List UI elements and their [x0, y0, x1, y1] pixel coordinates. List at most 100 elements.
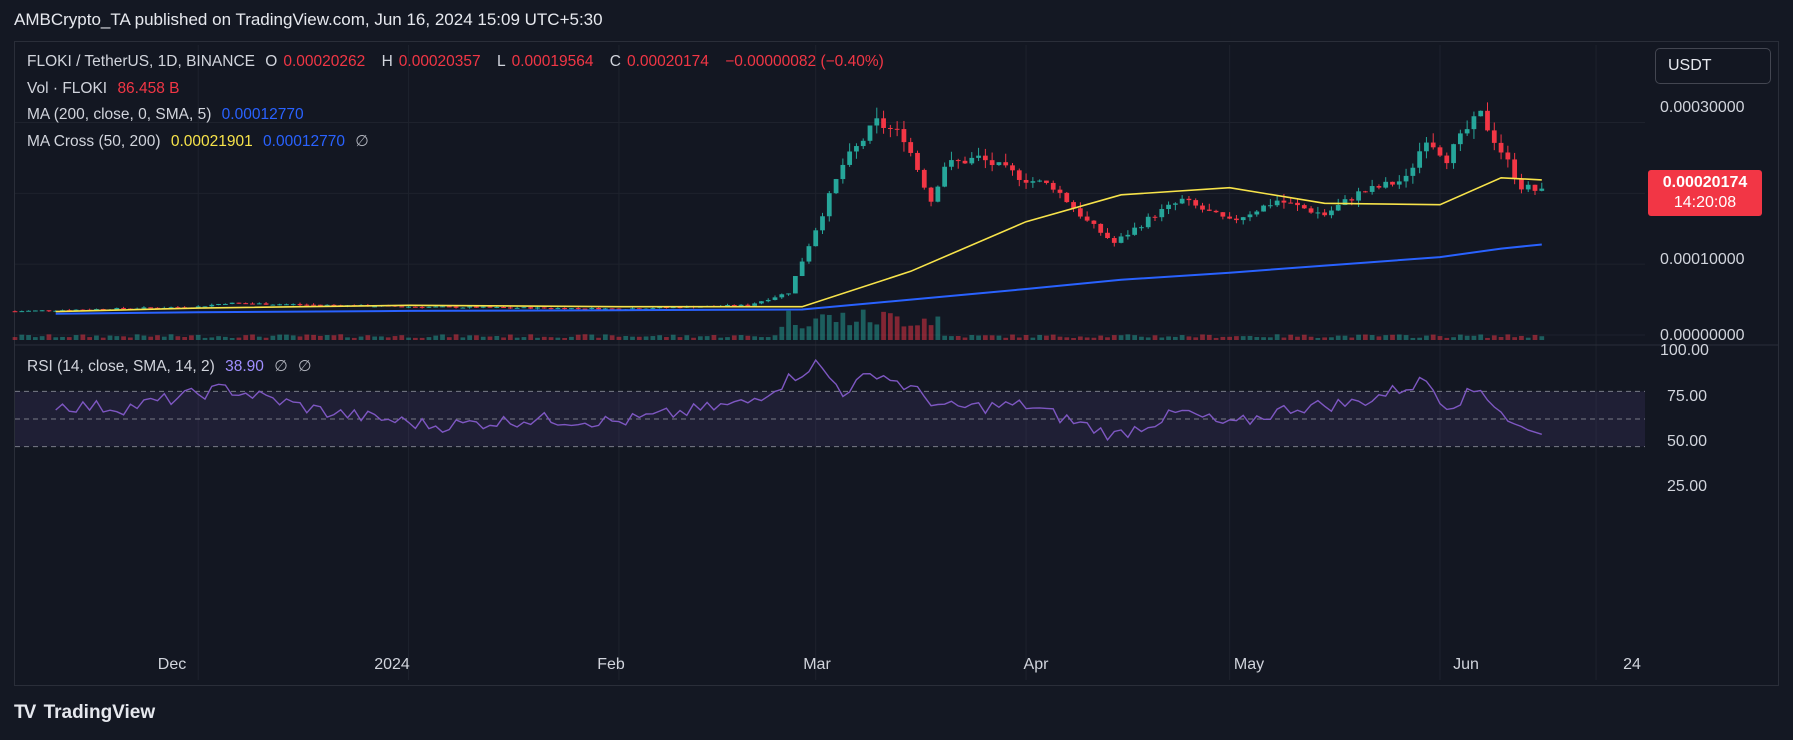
volume-bar — [1145, 337, 1151, 340]
volume-bar — [1139, 336, 1144, 340]
candle-body — [1525, 184, 1531, 190]
candle-body — [419, 306, 425, 308]
volume-bar — [541, 336, 547, 340]
candle-body — [399, 306, 405, 308]
volume-bar — [1179, 335, 1185, 340]
volume-bar — [840, 312, 846, 340]
volume-bar — [1403, 335, 1409, 340]
volume-bar — [1295, 336, 1300, 340]
candle-body — [555, 308, 561, 310]
volume-bar — [243, 335, 249, 340]
candle-body — [996, 162, 1002, 166]
tradingview-brand[interactable]: TV TradingView — [14, 702, 155, 724]
rsi-tick-label: 25.00 — [1667, 478, 1708, 495]
volume-bar — [867, 322, 873, 340]
volume-bar — [636, 336, 642, 340]
change-value: −0.00000082 (−0.40%) — [725, 53, 884, 70]
volume-bar — [1505, 334, 1511, 340]
volume-bar — [66, 337, 72, 340]
volume-bar — [1037, 334, 1043, 340]
candle-body — [256, 303, 262, 305]
candle-body — [589, 307, 595, 309]
candle-body — [731, 304, 737, 306]
volume-bar — [759, 337, 764, 340]
candle-body — [847, 151, 853, 165]
candle-body — [1471, 116, 1477, 130]
volume-bar — [1261, 337, 1266, 340]
volume-bar — [453, 334, 459, 340]
volume-bar — [833, 322, 839, 340]
candle-body — [562, 308, 568, 310]
candle-body — [541, 307, 547, 309]
candle-body — [820, 216, 825, 231]
volume-bar — [317, 335, 323, 340]
volume-bar — [670, 334, 676, 340]
candle-body — [806, 246, 812, 262]
candle-body — [1159, 209, 1165, 218]
volume-bar — [189, 335, 194, 340]
volume-bar — [1254, 337, 1260, 340]
candle-body — [1254, 211, 1260, 215]
ma-cross-fast-value: 0.00021901 — [170, 133, 253, 150]
candle-body — [1050, 182, 1056, 190]
volume-bar — [555, 337, 561, 340]
volume-bar — [697, 336, 703, 340]
candle-body — [989, 160, 995, 166]
volume-bar — [1152, 335, 1158, 340]
volume-bar — [256, 336, 262, 340]
volume-bar — [446, 337, 452, 340]
candle-body — [1356, 191, 1361, 201]
volume-bar — [1172, 336, 1178, 340]
x-tick-label: Apr — [1023, 656, 1049, 673]
candle-body — [1234, 218, 1239, 221]
candle-body — [1430, 142, 1436, 148]
volume-bar — [1396, 334, 1402, 340]
volume-bar — [792, 325, 798, 340]
candle-body — [955, 160, 961, 162]
volume-bar — [80, 334, 86, 340]
volume-bar — [39, 336, 45, 340]
volume-bar — [1091, 337, 1097, 340]
volume-bar — [1342, 335, 1348, 340]
candle-body — [1485, 110, 1490, 131]
candle-body — [738, 304, 744, 306]
candle-body — [1132, 227, 1138, 235]
currency-selector[interactable]: USDT — [1655, 48, 1771, 84]
volume-bar — [127, 337, 133, 340]
volume-bar — [121, 336, 126, 340]
volume-bar — [1349, 337, 1355, 340]
ma200-line — [55, 243, 1542, 315]
candle-body — [1010, 165, 1015, 171]
volume-bar — [779, 326, 785, 340]
volume-bar — [901, 326, 907, 340]
candle-body — [494, 307, 500, 309]
candle-body — [1308, 208, 1314, 213]
volume-bar — [1077, 336, 1083, 340]
candle-body — [304, 304, 310, 306]
candle-body — [277, 304, 283, 306]
volume-bar — [799, 328, 805, 340]
candle-body — [854, 146, 859, 152]
candle-body — [1396, 181, 1402, 185]
volume-bar — [1071, 337, 1076, 340]
candle-body — [1023, 179, 1029, 183]
candle-body — [1037, 180, 1043, 182]
volume-bar — [1064, 337, 1070, 340]
volume-bar — [480, 336, 486, 340]
candle-body — [1295, 202, 1300, 206]
volume-bar — [1383, 335, 1389, 340]
volume-bar — [1166, 336, 1171, 340]
y-tick-label: 0.00010000 — [1660, 251, 1745, 268]
volume-bar — [874, 324, 880, 340]
volume-bar — [412, 337, 418, 340]
candle-body — [772, 297, 778, 300]
candle-body — [786, 293, 791, 295]
volume-bar — [134, 334, 140, 340]
x-tick-label: Mar — [803, 656, 831, 673]
tradingview-logo-icon: TV — [14, 702, 36, 723]
candle-body — [1118, 236, 1124, 243]
candle-body — [765, 299, 771, 302]
rsi-tick-label: 75.00 — [1667, 388, 1708, 405]
volume-bar — [202, 337, 208, 340]
volume-bar — [847, 325, 853, 340]
